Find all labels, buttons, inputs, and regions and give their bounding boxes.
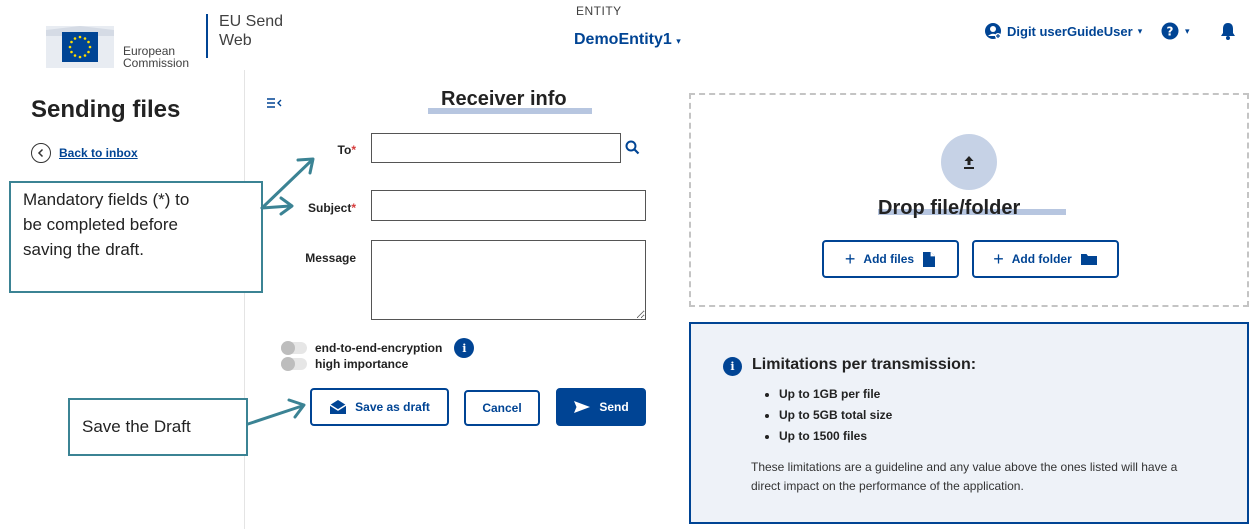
- subject-label: Subject*: [286, 201, 356, 215]
- entity-selector[interactable]: DemoEntity1 ▾: [574, 31, 681, 49]
- chevron-down-icon: ▾: [1137, 25, 1143, 36]
- importance-toggle-row[interactable]: high importance: [281, 357, 408, 371]
- user-menu[interactable]: Digit userGuideUser ▾: [984, 22, 1142, 40]
- file-dropzone[interactable]: Drop file/folder + Add files + Add folde…: [689, 93, 1249, 307]
- limitations-list: Up to 1GB per file Up to 5GB total size …: [779, 384, 892, 447]
- add-folder-label: Add folder: [1011, 252, 1072, 266]
- required-mark: *: [351, 201, 356, 215]
- encryption-toggle-row[interactable]: end-to-end-encryption i: [281, 338, 475, 358]
- user-name: Digit userGuideUser: [1007, 23, 1133, 39]
- limitations-note: These limitations are a guideline and an…: [751, 460, 1178, 493]
- notifications-button[interactable]: [1220, 22, 1236, 45]
- save-as-draft-button[interactable]: Save as draft: [310, 388, 449, 426]
- ec-logo-text: European Commission: [123, 45, 189, 69]
- message-textarea[interactable]: [371, 240, 646, 320]
- app-name: EU Send Web: [219, 12, 283, 50]
- file-icon: [923, 251, 936, 267]
- envelope-open-icon: [329, 400, 347, 414]
- app-name-line-2: Web: [219, 32, 252, 49]
- save-draft-callout-text: Save the Draft: [82, 417, 191, 436]
- user-icon: [985, 23, 1001, 39]
- plus-icon: +: [844, 248, 856, 269]
- collapse-panel-icon[interactable]: [266, 96, 282, 115]
- app-header: European Commission EU Send Web ENTITY D…: [0, 0, 1251, 70]
- search-icon[interactable]: [625, 140, 640, 160]
- chevron-left-icon: [31, 143, 51, 163]
- save-draft-callout: Save the Draft: [68, 398, 248, 456]
- entity-value: DemoEntity1: [574, 31, 672, 48]
- list-item: Up to 1GB per file: [779, 384, 892, 405]
- list-item: Up to 5GB total size: [779, 405, 892, 426]
- sidebar: Sending files Back to inbox: [0, 70, 245, 529]
- chevron-down-icon: ▾: [1185, 25, 1190, 36]
- dropzone-title: Drop file/folder: [878, 197, 1021, 219]
- back-to-inbox-link[interactable]: Back to inbox: [31, 143, 138, 163]
- plus-icon: +: [993, 248, 1004, 269]
- eu-flag-icon: [46, 26, 114, 68]
- svg-text:?: ?: [1167, 25, 1174, 39]
- info-icon[interactable]: i: [454, 338, 475, 358]
- upload-icon: [941, 134, 997, 190]
- encryption-toggle[interactable]: [281, 341, 307, 355]
- mandatory-fields-callout: Mandatory fields (*) to be completed bef…: [9, 181, 263, 293]
- subject-input[interactable]: [371, 190, 646, 221]
- importance-toggle[interactable]: [281, 357, 307, 371]
- chevron-down-icon: ▾: [676, 36, 681, 46]
- bell-icon: [1221, 23, 1235, 40]
- importance-label: high importance: [315, 357, 409, 371]
- logo-line-2: Commission: [123, 56, 190, 70]
- cancel-label: Cancel: [482, 401, 522, 415]
- add-files-label: Add files: [863, 252, 915, 266]
- help-menu[interactable]: ? ▾: [1161, 22, 1190, 40]
- subject-label-text: Subject: [307, 201, 352, 215]
- send-button[interactable]: Send: [556, 388, 646, 426]
- entity-label: ENTITY: [576, 4, 622, 18]
- page-title: Sending files: [31, 96, 181, 123]
- info-icon: i: [723, 357, 742, 376]
- receiver-info-form: Receiver info To* Subject* Message end-t…: [246, 70, 656, 529]
- app-name-line-1: EU Send: [219, 13, 284, 30]
- folder-icon: [1080, 254, 1097, 265]
- to-input[interactable]: [371, 133, 621, 163]
- section-title: Receiver info: [441, 88, 567, 110]
- send-label: Send: [599, 400, 629, 414]
- callout-line-3: saving the draft.: [23, 240, 144, 259]
- cancel-button[interactable]: Cancel: [464, 390, 540, 426]
- save-as-draft-label: Save as draft: [355, 400, 430, 414]
- to-label-text: To: [337, 143, 352, 157]
- limitations-panel: i Limitations per transmission: Up to 1G…: [689, 322, 1249, 524]
- message-label: Message: [305, 251, 356, 265]
- callout-line-1: Mandatory fields (*) to: [23, 190, 190, 209]
- back-to-inbox-label: Back to inbox: [59, 146, 138, 160]
- limitations-title: Limitations per transmission:: [752, 356, 977, 373]
- add-files-button[interactable]: + Add files: [822, 240, 959, 278]
- encryption-label: end-to-end-encryption: [315, 341, 443, 355]
- to-label: To*: [286, 143, 356, 157]
- brand-divider: [206, 14, 208, 58]
- callout-line-2: be completed before: [23, 215, 178, 234]
- send-icon: [574, 401, 591, 413]
- help-icon: ?: [1161, 22, 1179, 40]
- add-folder-button[interactable]: + Add folder: [972, 240, 1119, 278]
- list-item: Up to 1500 files: [779, 426, 892, 447]
- required-mark: *: [351, 143, 356, 157]
